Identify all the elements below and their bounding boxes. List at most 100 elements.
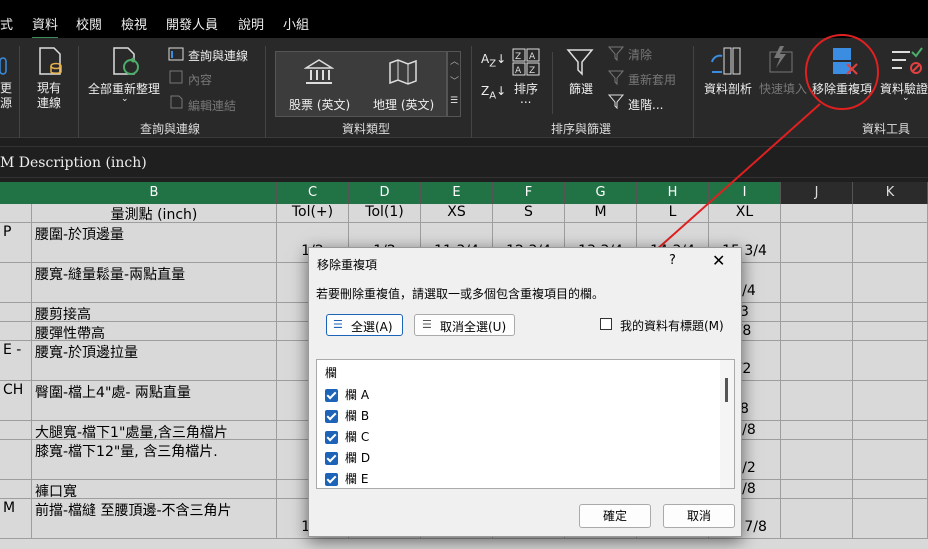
properties-button[interactable]: 內容 <box>188 71 212 88</box>
select-all-button[interactable]: ☰ 全選(A) <box>326 314 403 336</box>
list-item[interactable]: 欄 C <box>325 428 369 445</box>
cell[interactable] <box>853 223 928 263</box>
list-item[interactable]: 欄 D <box>325 449 370 466</box>
cell[interactable]: 腰彈性帶高 <box>32 322 277 341</box>
cell[interactable] <box>0 204 32 223</box>
cell[interactable] <box>781 440 853 480</box>
cell[interactable] <box>0 263 32 303</box>
list-item[interactable]: 欄 A <box>325 386 369 403</box>
column-header-f[interactable]: F <box>493 182 565 204</box>
cell[interactable]: 大腿寬-檔下1"處量,含三角檔片 <box>32 421 277 440</box>
columns-listbox[interactable]: 欄 欄 A 欄 B 欄 C 欄 D 欄 E <box>316 359 735 489</box>
cell[interactable] <box>781 480 853 499</box>
advanced-button[interactable]: 進階... <box>628 96 663 113</box>
column-header-d[interactable]: D <box>349 182 421 204</box>
clear-button[interactable]: 清除 <box>628 46 652 63</box>
column-header-g[interactable]: G <box>565 182 637 204</box>
list-item[interactable]: 欄 E <box>325 470 368 487</box>
cell[interactable]: 褲口寬 <box>32 480 277 499</box>
cell[interactable]: XS <box>421 204 493 223</box>
column-header-b[interactable]: B <box>32 182 277 204</box>
column-header-j[interactable]: J <box>781 182 853 204</box>
cell[interactable]: E - <box>0 341 32 381</box>
cell[interactable] <box>781 341 853 381</box>
checkbox-checked[interactable] <box>325 452 338 465</box>
cell[interactable] <box>853 322 928 341</box>
has-headers-checkbox[interactable] <box>600 318 612 330</box>
column-header-e[interactable]: E <box>421 182 493 204</box>
cell[interactable] <box>853 303 928 322</box>
tab-help[interactable]: 說明 <box>238 14 264 33</box>
scrollbar-thumb[interactable] <box>725 378 728 402</box>
checkbox-checked[interactable] <box>325 431 338 444</box>
cell[interactable] <box>781 322 853 341</box>
cell[interactable] <box>0 303 32 322</box>
cell[interactable]: 量測點 (inch) <box>32 204 277 223</box>
cell[interactable]: Tol(+) <box>277 204 349 223</box>
help-icon[interactable]: ? <box>669 253 676 268</box>
gallery-scroll[interactable]: ︿ ﹀ ☰ <box>447 51 461 117</box>
cell[interactable] <box>853 204 928 223</box>
cell[interactable]: P <box>0 223 32 263</box>
queries-connections-button[interactable]: 查詢與連線 <box>188 47 248 64</box>
tab-review[interactable]: 校閱 <box>76 14 102 33</box>
cell[interactable] <box>853 381 928 421</box>
cell[interactable]: 腰剪接高 <box>32 303 277 322</box>
close-icon[interactable]: ✕ <box>712 251 725 270</box>
cell[interactable]: L <box>637 204 709 223</box>
column-header-a[interactable] <box>0 182 32 204</box>
column-header-i[interactable]: I <box>709 182 781 204</box>
column-header-h[interactable]: H <box>637 182 709 204</box>
tab-view[interactable]: 檢視 <box>121 14 147 33</box>
cell[interactable]: Tol(1) <box>349 204 421 223</box>
cell[interactable] <box>781 263 853 303</box>
formula-bar[interactable]: M Description (inch) <box>0 146 928 178</box>
cell[interactable]: 膝寬-檔下12"量, 含三角檔片. <box>32 440 277 480</box>
cell[interactable] <box>781 303 853 322</box>
cell[interactable]: 腰寬-縫量鬆量-兩點直量 <box>32 263 277 303</box>
cell[interactable]: 腰圍-於頂邊量 <box>32 223 277 263</box>
sort-asc-button[interactable]: AZ↓ <box>481 52 506 69</box>
sort-desc-button[interactable]: ZA↓ <box>481 84 506 101</box>
cell[interactable]: 腰寬-於頂邊拉量 <box>32 341 277 381</box>
column-header-k[interactable]: K <box>853 182 928 204</box>
cell[interactable] <box>781 421 853 440</box>
cell[interactable] <box>853 263 928 303</box>
checkbox-checked[interactable] <box>325 473 338 486</box>
cell[interactable] <box>853 480 928 499</box>
cell[interactable] <box>853 440 928 480</box>
cell[interactable] <box>781 499 853 539</box>
cell[interactable]: 前擋-檔縫 至腰頂邊-不含三角片 <box>32 499 277 539</box>
cell[interactable] <box>781 381 853 421</box>
tab-team[interactable]: 小組 <box>283 14 309 33</box>
checkbox-checked[interactable] <box>325 410 338 423</box>
cell[interactable]: M <box>0 499 32 539</box>
listbox-scrollbar[interactable] <box>720 360 734 488</box>
ok-button[interactable]: 確定 <box>579 504 651 528</box>
cell[interactable] <box>781 204 853 223</box>
cell[interactable] <box>0 440 32 480</box>
cell[interactable]: CH <box>0 381 32 421</box>
cell[interactable]: S <box>493 204 565 223</box>
cell[interactable]: M <box>565 204 637 223</box>
reapply-button[interactable]: 重新套用 <box>628 71 676 88</box>
list-header: 欄 <box>325 366 338 380</box>
unselect-all-button[interactable]: ☰ 取消全選(U) <box>414 314 515 336</box>
cell[interactable]: 臀圍-檔上4"處- 兩點直量 <box>32 381 277 421</box>
cell[interactable] <box>0 480 32 499</box>
tab-formulas-partial[interactable]: 式 <box>0 14 13 33</box>
cancel-button[interactable]: 取消 <box>663 504 735 528</box>
cell[interactable] <box>0 322 32 341</box>
tab-data[interactable]: 資料 <box>32 14 59 40</box>
cell[interactable] <box>781 223 853 263</box>
column-header-c[interactable]: C <box>277 182 349 204</box>
edit-links-button[interactable]: 編輯連結 <box>188 97 236 114</box>
cell[interactable] <box>853 421 928 440</box>
cell[interactable] <box>853 341 928 381</box>
cell[interactable] <box>853 499 928 539</box>
checkbox-checked[interactable] <box>325 389 338 402</box>
list-item[interactable]: 欄 B <box>325 407 369 424</box>
cell[interactable]: XL <box>709 204 781 223</box>
tab-developer[interactable]: 開發人員 <box>166 14 218 33</box>
cell[interactable] <box>0 421 32 440</box>
